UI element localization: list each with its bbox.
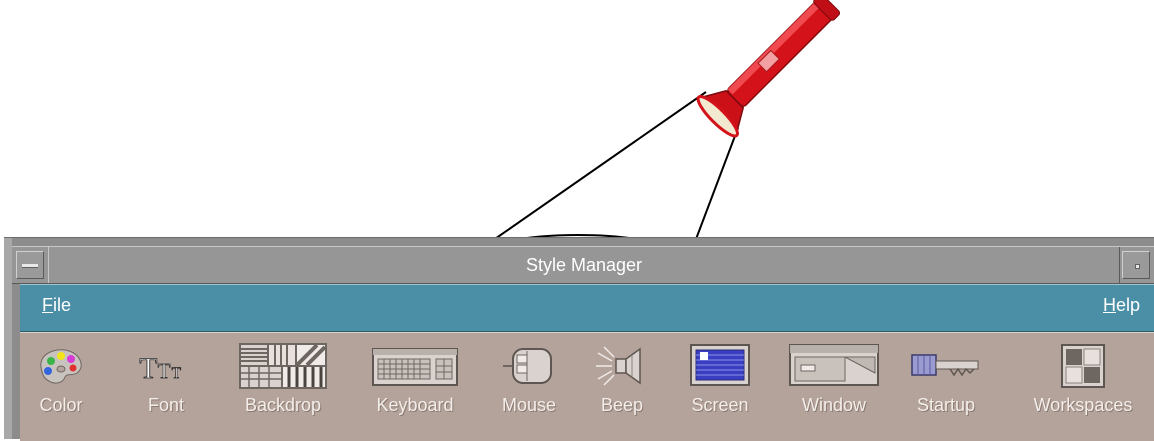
menu-help-mnemonic: H [1102,295,1116,315]
speaker-icon [596,346,641,386]
flashlight-icon [491,0,841,256]
tool-label: Mouse [501,395,557,415]
toolbar: Color T T T Font Backdrop Keyboard Mouse… [20,332,1154,441]
tool-label: Beep [600,395,644,415]
tool-label: Screen [691,395,749,415]
window-menu-button[interactable] [16,251,44,279]
tool-label: Font [147,395,185,415]
tool-beep[interactable]: Beep [592,343,652,423]
svg-text:T: T [158,359,171,383]
key-icon [911,354,979,377]
window-frame: Style Manager File Help Color T T T Font… [12,238,1154,441]
tool-label: Startup [916,395,976,415]
window-icon [789,344,879,386]
tool-label: Backdrop [244,395,322,415]
minimize-icon [1135,264,1140,269]
screen-icon [690,344,750,386]
menu-file-label: ile [53,295,72,315]
tool-label: Color [39,395,83,415]
font-icon: T T T [139,352,182,385]
minimize-button[interactable] [1122,251,1150,279]
backdrop-icon [239,343,327,389]
style-manager-window: Style Manager File Help Color T T T Font… [4,237,1154,441]
tool-startup[interactable]: Startup [906,343,986,423]
menu-file-mnemonic: F [42,295,53,315]
workspaces-icon [1061,344,1105,388]
titlebar[interactable]: Style Manager [12,246,1154,284]
tool-color[interactable]: Color [26,343,96,423]
menu-file[interactable]: File [42,295,71,316]
svg-text:T: T [172,365,182,382]
keyboard-icon [372,348,458,386]
tool-workspaces[interactable]: Workspaces [1016,343,1150,423]
tool-label: Workspaces [1033,395,1133,415]
palette-icon [40,349,82,384]
svg-text:T: T [139,353,157,385]
menu-help[interactable]: Help [1103,295,1140,316]
tool-keyboard[interactable]: Keyboard [360,343,470,423]
tool-screen[interactable]: Screen [680,343,760,423]
tool-window[interactable]: Window [784,343,884,423]
title-area[interactable]: Style Manager [48,247,1120,283]
tool-label: Window [801,395,867,415]
tool-font[interactable]: T T T Font [126,343,206,423]
menu-help-label: elp [1115,295,1140,315]
window-menu-icon [22,264,38,268]
window-title: Style Manager [525,254,643,275]
tool-label: Keyboard [376,395,454,415]
tool-mouse[interactable]: Mouse [494,343,564,423]
mouse-icon [503,348,552,384]
tool-backdrop[interactable]: Backdrop [238,343,328,423]
menubar: File Help [20,284,1154,332]
